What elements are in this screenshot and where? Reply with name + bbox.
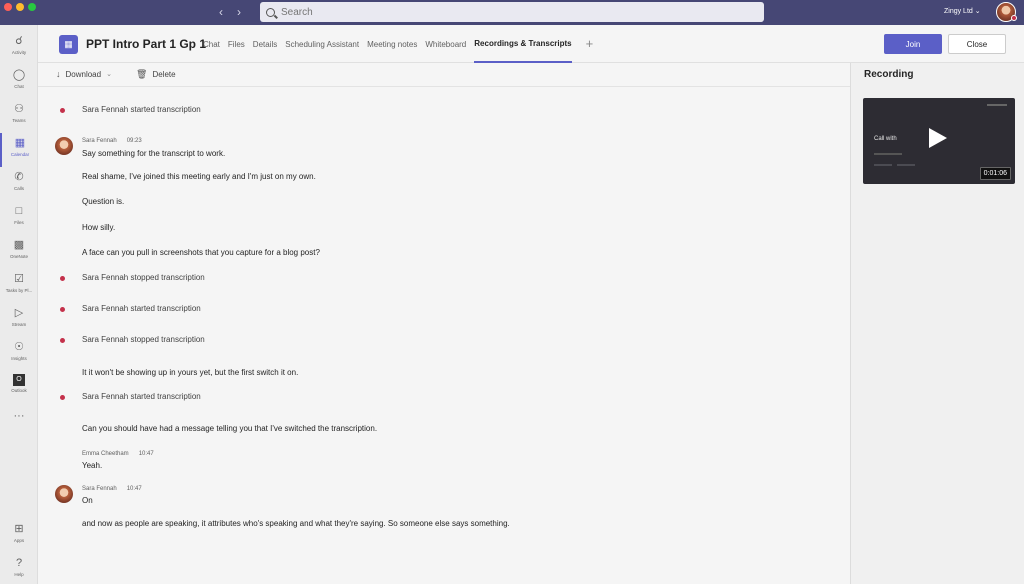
org-switcher[interactable]: Zingy Ltd ⌄ (944, 7, 981, 15)
apps-icon: ⊞ (14, 523, 24, 535)
transcript-line: A face can you pull in screenshots that … (82, 248, 320, 257)
avatar (55, 485, 73, 503)
rail-item-tasks[interactable]: ☑ Tasks by Pl... (0, 269, 38, 303)
event-dot-icon (60, 306, 65, 312)
rail-item-outlook[interactable]: O Outlook (0, 371, 38, 405)
phone-icon: ✆ (14, 171, 24, 183)
window-minimize-control[interactable] (16, 3, 24, 11)
rail-item-calls[interactable]: ✆ Calls (0, 167, 38, 201)
insights-icon: ☉ (14, 341, 24, 353)
thumbnail-line (874, 164, 892, 166)
search-icon (266, 7, 275, 17)
outlook-icon: O (13, 374, 25, 386)
tasks-icon: ☑ (14, 273, 24, 285)
rail-item-files[interactable]: □ Files (0, 201, 38, 235)
rail-item-calendar[interactable]: ▦ Calendar (0, 133, 38, 167)
transcript-line: Question is. (82, 197, 125, 206)
transcript-line: Yeah. (82, 461, 103, 470)
forward-arrow-icon[interactable]: › (237, 5, 241, 19)
download-icon: ↓ (56, 69, 61, 79)
transcript-line: Real shame, I've joined this meeting ear… (82, 172, 316, 181)
title-bar: ‹ › Zingy Ltd ⌄ (0, 0, 1024, 25)
delete-button[interactable]: 🗑 Delete (136, 69, 176, 80)
help-icon: ? (15, 557, 23, 569)
rail-item-apps[interactable]: ⊞ Apps (0, 519, 38, 553)
more-icon: ··· (13, 410, 25, 422)
window-close-control[interactable] (4, 3, 12, 11)
tab-chat[interactable]: Chat (203, 25, 220, 63)
rail-item-chat[interactable]: ◯ Chat (0, 65, 38, 99)
chevron-down-icon: ⌄ (106, 71, 112, 78)
chat-icon: ◯ (12, 69, 26, 81)
rail-item-activity[interactable]: ☌ Activity (0, 31, 38, 65)
transcript-line: It it won't be showing up in yours yet, … (82, 368, 299, 377)
thumbnail-text: Call with (874, 136, 897, 142)
add-tab-icon[interactable]: + (586, 25, 594, 63)
transcript-list: Sara Fennah started transcription Sara F… (38, 88, 850, 584)
recording-panel: Recording Call with 0:01:06 (850, 63, 1024, 584)
tab-files[interactable]: Files (228, 25, 245, 63)
presence-status-dot (1011, 15, 1017, 21)
file-icon: □ (15, 205, 23, 217)
search-box[interactable] (260, 2, 764, 22)
tab-recordings-transcripts[interactable]: Recordings & Transcripts (474, 25, 572, 63)
onenote-icon: ▩ (13, 239, 25, 251)
tab-bar: Chat Files Details Scheduling Assistant … (203, 25, 593, 63)
event-dot-icon (60, 394, 65, 400)
transcript-line: How silly. (82, 223, 116, 232)
teams-icon: ⚇ (14, 103, 24, 115)
search-input[interactable] (281, 6, 681, 18)
speaker-header: Sara Fennah 09:23 (82, 138, 142, 144)
rail-item-insights[interactable]: ☉ Insights (0, 337, 38, 371)
bell-icon: ☌ (15, 35, 23, 47)
tab-scheduling-assistant[interactable]: Scheduling Assistant (285, 25, 359, 63)
thumbnail-logo (987, 104, 1007, 106)
rail-item-help[interactable]: ? Help (0, 553, 38, 584)
calendar-icon: ▦ (14, 137, 26, 149)
thumbnail-line (874, 153, 902, 155)
window-zoom-control[interactable] (28, 3, 36, 11)
tab-details[interactable]: Details (253, 25, 277, 63)
download-button[interactable]: ↓ Download ⌄ (56, 69, 112, 79)
transcript-line: On (82, 496, 93, 505)
rail-item-more[interactable]: ··· (0, 409, 38, 425)
trash-icon: 🗑 (136, 69, 148, 79)
recording-heading: Recording (864, 69, 914, 80)
meeting-header: ▦ PPT Intro Part 1 Gp 1 Chat Files Detai… (38, 25, 1024, 63)
play-icon[interactable] (929, 128, 947, 148)
tab-meeting-notes[interactable]: Meeting notes (367, 25, 417, 63)
event-dot-icon (60, 337, 65, 343)
join-button[interactable]: Join (884, 34, 942, 54)
close-button[interactable]: Close (948, 34, 1006, 54)
rail-item-onenote[interactable]: ▩ OneNote (0, 235, 38, 269)
stream-icon: ▷ (14, 307, 24, 319)
app-rail: ☌ Activity ◯ Chat ⚇ Teams ▦ Calendar ✆ C… (0, 25, 38, 584)
rail-item-stream[interactable]: ▷ Stream (0, 303, 38, 337)
speaker-header: Emma Cheetham 10:47 (82, 451, 154, 457)
back-arrow-icon[interactable]: ‹ (219, 5, 223, 19)
event-dot-icon (60, 275, 65, 281)
thumbnail-line (897, 164, 915, 166)
calendar-icon: ▦ (59, 35, 78, 54)
tab-whiteboard[interactable]: Whiteboard (425, 25, 466, 63)
avatar (55, 137, 73, 155)
transcript-line: and now as people are speaking, it attri… (82, 519, 510, 528)
rail-item-teams[interactable]: ⚇ Teams (0, 99, 38, 133)
transcript-line: Say something for the transcript to work… (82, 149, 226, 158)
speaker-header: Sara Fennah 10:47 (82, 486, 142, 492)
event-dot-icon (60, 107, 65, 113)
page-title: PPT Intro Part 1 Gp 1 (86, 37, 207, 51)
transcript-toolbar: ↓ Download ⌄ 🗑 Delete (38, 63, 850, 87)
recording-duration: 0:01:06 (979, 167, 1011, 180)
recording-thumbnail[interactable]: Call with 0:01:06 (863, 98, 1015, 184)
transcript-line: Can you should have had a message tellin… (82, 424, 378, 433)
